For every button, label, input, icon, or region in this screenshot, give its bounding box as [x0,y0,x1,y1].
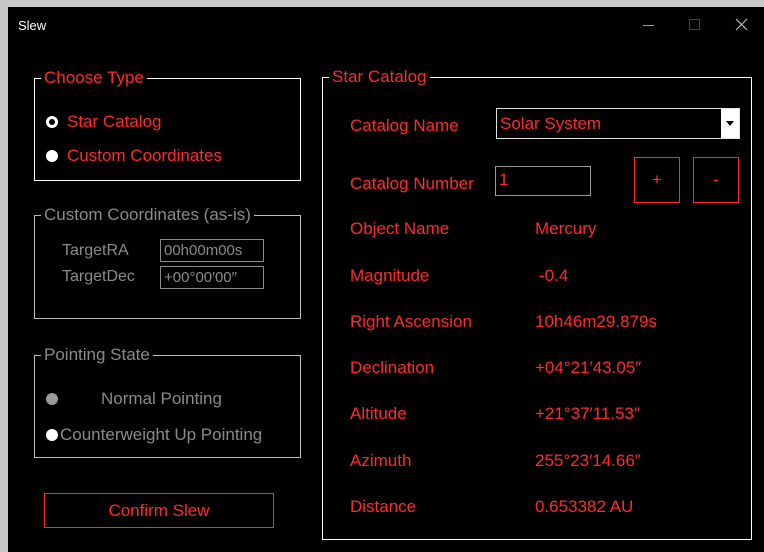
close-icon [735,18,748,31]
object-name-value: Mercury [535,219,597,238]
altitude-label: Altitude [350,404,407,423]
catalog-name-select[interactable]: Solar System [496,108,740,139]
confirm-slew-button[interactable]: Confirm Slew [44,493,274,528]
radio-star-catalog[interactable]: Star Catalog [46,112,162,132]
catalog-number-input[interactable]: 1 [495,166,591,196]
target-ra-label: TargetRA [62,242,129,259]
increment-button[interactable]: + [634,157,680,203]
title-bar[interactable]: Slew [8,7,764,43]
radio-counterweight-up-indicator[interactable] [46,429,58,441]
catalog-name-label: Catalog Name [350,116,459,135]
catalog-name-value: Solar System [500,114,602,133]
choose-type-legend: Choose Type [44,68,144,87]
slew-window: Slew Choose Type Star Catalog Custom Coo… [8,7,764,552]
magnitude-label: Magnitude [350,266,430,285]
radio-custom-coordinates-label: Custom Coordinates [67,146,222,165]
target-ra-field[interactable]: 00h00m00s [160,239,264,262]
custom-coordinates-legend: Custom Coordinates (as-is) [44,205,251,224]
target-dec-label: TargetDec [62,268,135,285]
maximize-icon [689,19,700,30]
declination-label: Declination [350,358,435,377]
altitude-value: +21°37′11.53″ [535,404,641,423]
radio-counterweight-up[interactable]: Counterweight Up Pointing [46,425,262,445]
target-dec-field[interactable]: +00°00′00″ [160,266,264,289]
azimuth-label: Azimuth [350,451,412,470]
custom-coordinates-group: Custom Coordinates (as-is) [34,206,301,319]
radio-normal-pointing-label: Normal Pointing [101,389,222,408]
radio-star-catalog-label: Star Catalog [67,112,162,131]
star-catalog-legend: Star Catalog [332,67,427,86]
window-title: Slew [18,18,47,33]
radio-normal-pointing-indicator[interactable] [46,393,58,405]
radio-normal-pointing[interactable]: Normal Pointing [46,389,222,409]
distance-value: 0.653382 AU [535,497,634,516]
maximize-button[interactable] [672,7,718,43]
dropdown-button[interactable] [721,109,739,138]
chevron-down-icon [726,121,734,126]
object-name-label: Object Name [350,219,450,238]
minimize-button[interactable] [626,7,672,43]
decrement-button[interactable]: - [693,157,739,203]
radio-star-catalog-indicator[interactable] [46,116,58,128]
catalog-number-label: Catalog Number [350,174,474,193]
declination-value: +04°21′43.05″ [535,358,642,377]
minimize-icon [643,25,654,26]
right-ascension-label: Right Ascension [350,312,472,331]
radio-custom-coordinates[interactable]: Custom Coordinates [46,146,222,166]
pointing-state-legend: Pointing State [44,345,150,364]
close-button[interactable] [718,7,764,43]
azimuth-value: 255°23′14.66″ [535,451,641,470]
distance-label: Distance [350,497,417,516]
magnitude-value: -0.4 [539,266,569,285]
radio-counterweight-up-label: Counterweight Up Pointing [60,425,263,444]
right-ascension-value: 10h46m29.879s [535,312,657,331]
radio-custom-coordinates-indicator[interactable] [46,150,58,162]
